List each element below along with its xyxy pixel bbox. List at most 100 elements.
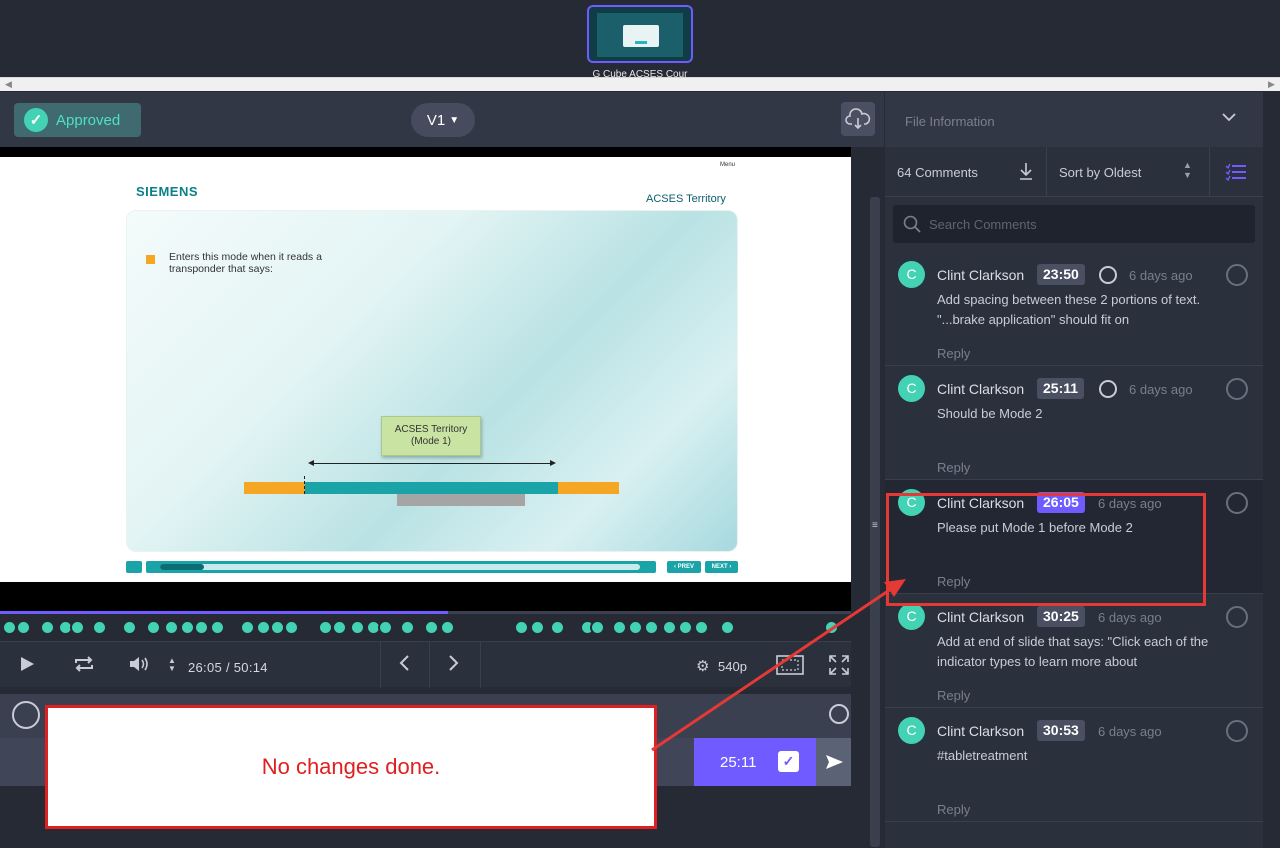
comment-marker[interactable]	[612, 620, 627, 635]
comment-count: 64 Comments	[897, 165, 978, 180]
video-player[interactable]: Menu SIEMENS ACSES Territory Enters this…	[0, 147, 851, 612]
timecode-toggle[interactable]: 25:11 ✓	[694, 738, 816, 786]
version-label: V1	[426, 111, 446, 129]
approval-status-button[interactable]: ✓ Approved	[14, 103, 141, 137]
comment-marker[interactable]	[240, 620, 255, 635]
comment-item[interactable]: C Clint Clarkson 30:25 6 days ago Add at end…	[885, 594, 1263, 708]
comment-marker[interactable]	[550, 620, 565, 635]
sort-arrows-icon[interactable]: ▲ ▼	[1183, 160, 1192, 180]
comment-marker[interactable]	[694, 620, 709, 635]
sort-arrows-icon[interactable]: ▲ ▼	[168, 657, 176, 673]
comment-marker[interactable]	[590, 620, 605, 635]
reply-link[interactable]: Reply	[937, 460, 970, 475]
slide-menu-link: Menu	[720, 162, 736, 168]
scroll-right-icon[interactable]: ▶	[1268, 79, 1275, 90]
comment-marker[interactable]	[440, 620, 455, 635]
comment-item[interactable]: C Clint Clarkson 30:53 6 days ago #tabletrea…	[885, 708, 1263, 822]
comment-marker[interactable]	[662, 620, 677, 635]
reply-link[interactable]: Reply	[937, 802, 970, 817]
reply-link[interactable]: Reply	[937, 346, 970, 361]
comment-marker[interactable]	[628, 620, 643, 635]
commenter-name: Clint Clarkson	[937, 267, 1025, 283]
comment-marker[interactable]	[424, 620, 439, 635]
timecode-checkbox[interactable]: ✓	[778, 751, 799, 772]
comment-marker[interactable]	[16, 620, 31, 635]
panel-resize-grip[interactable]: ≡	[872, 520, 878, 531]
comment-marker[interactable]	[514, 620, 529, 635]
version-thumbnail-strip: G Cube ACSES Cour	[0, 0, 1280, 78]
comment-marker[interactable]	[70, 620, 85, 635]
comment-item[interactable]: C Clint Clarkson 25:11 6 days ago Should be …	[885, 366, 1263, 480]
comment-marker[interactable]	[530, 620, 545, 635]
horizontal-scrollbar[interactable]: ◀ ▶	[0, 77, 1280, 91]
resolve-radio[interactable]	[1226, 720, 1248, 742]
comment-marker[interactable]	[400, 620, 415, 635]
commenter-name: Clint Clarkson	[937, 723, 1025, 739]
resolve-radio[interactable]	[1226, 378, 1248, 400]
comment-body: Should be Mode 2	[937, 406, 1043, 421]
reply-link[interactable]: Reply	[937, 688, 970, 703]
resolve-radio[interactable]	[1226, 492, 1248, 514]
safe-zone-icon[interactable]	[776, 655, 804, 680]
filter-list-icon[interactable]	[1225, 162, 1247, 187]
download-button[interactable]	[841, 102, 875, 136]
resolve-radio[interactable]	[1226, 264, 1248, 286]
vertical-scrollbar[interactable]: ≡	[866, 147, 884, 848]
double-arrow	[308, 460, 556, 466]
file-information-header[interactable]: File Information	[885, 92, 1263, 147]
next-comment-icon[interactable]	[447, 653, 461, 678]
comment-marker[interactable]	[2, 620, 17, 635]
comment-timecode[interactable]: 25:11	[1037, 378, 1085, 399]
comment-marker[interactable]	[318, 620, 333, 635]
comment-marker[interactable]	[92, 620, 107, 635]
comment-marker[interactable]	[164, 620, 179, 635]
comment-marker[interactable]	[256, 620, 271, 635]
gear-icon[interactable]: ⚙	[696, 657, 709, 675]
comment-marker[interactable]	[284, 620, 299, 635]
volume-icon[interactable]	[128, 655, 152, 678]
loop-icon[interactable]	[72, 655, 96, 678]
comment-marker[interactable]	[146, 620, 161, 635]
mode-tag-line2: (Mode 1)	[410, 436, 451, 447]
comment-marker[interactable]	[40, 620, 55, 635]
comment-marker[interactable]	[332, 620, 347, 635]
time-display: 26:05 / 50:14	[188, 660, 268, 675]
fullscreen-icon[interactable]	[829, 655, 849, 680]
commenter-name: Clint Clarkson	[937, 381, 1025, 397]
resolve-radio[interactable]	[1226, 606, 1248, 628]
comment-marker[interactable]	[678, 620, 693, 635]
playback-timeline[interactable]	[0, 611, 851, 614]
comment-marker[interactable]	[350, 620, 365, 635]
play-icon[interactable]	[18, 655, 36, 678]
send-icon	[826, 755, 843, 769]
comment-marker[interactable]	[180, 620, 195, 635]
slide-progress-bar	[146, 561, 656, 573]
file-thumbnail[interactable]	[587, 5, 693, 63]
emoji-icon[interactable]	[829, 704, 849, 724]
comment-marker[interactable]	[210, 620, 225, 635]
comment-marker[interactable]	[270, 620, 285, 635]
slide-control-bar: ‹ PREV NEXT ›	[126, 561, 738, 573]
comment-marker[interactable]	[824, 620, 839, 635]
send-button[interactable]	[816, 738, 851, 786]
comment-timecode[interactable]: 23:50	[1037, 264, 1085, 285]
comment-timecode[interactable]: 30:25	[1037, 606, 1085, 627]
search-input[interactable]	[929, 214, 1229, 234]
previous-comment-icon[interactable]	[397, 653, 411, 678]
sort-dropdown[interactable]: Sort by Oldest	[1059, 165, 1141, 180]
comment-marker[interactable]	[378, 620, 393, 635]
slide-prev-button: ‹ PREV	[667, 561, 701, 573]
comment-age: 6 days ago	[1129, 382, 1193, 397]
scroll-left-icon[interactable]: ◀	[5, 79, 12, 90]
chevron-down-icon	[1221, 110, 1237, 126]
comment-marker[interactable]	[194, 620, 209, 635]
comment-timecode[interactable]: 30:53	[1037, 720, 1085, 741]
version-selector[interactable]: V1 ▼	[411, 103, 475, 137]
comment-marker[interactable]	[644, 620, 659, 635]
comment-item[interactable]: C Clint Clarkson 23:50 6 days ago Add spacin…	[885, 252, 1263, 366]
resolution-selector[interactable]: 540p	[718, 659, 747, 674]
download-comments-icon[interactable]	[1018, 161, 1034, 186]
comment-marker[interactable]	[720, 620, 735, 635]
comment-search[interactable]	[893, 205, 1255, 243]
comment-marker[interactable]	[122, 620, 137, 635]
